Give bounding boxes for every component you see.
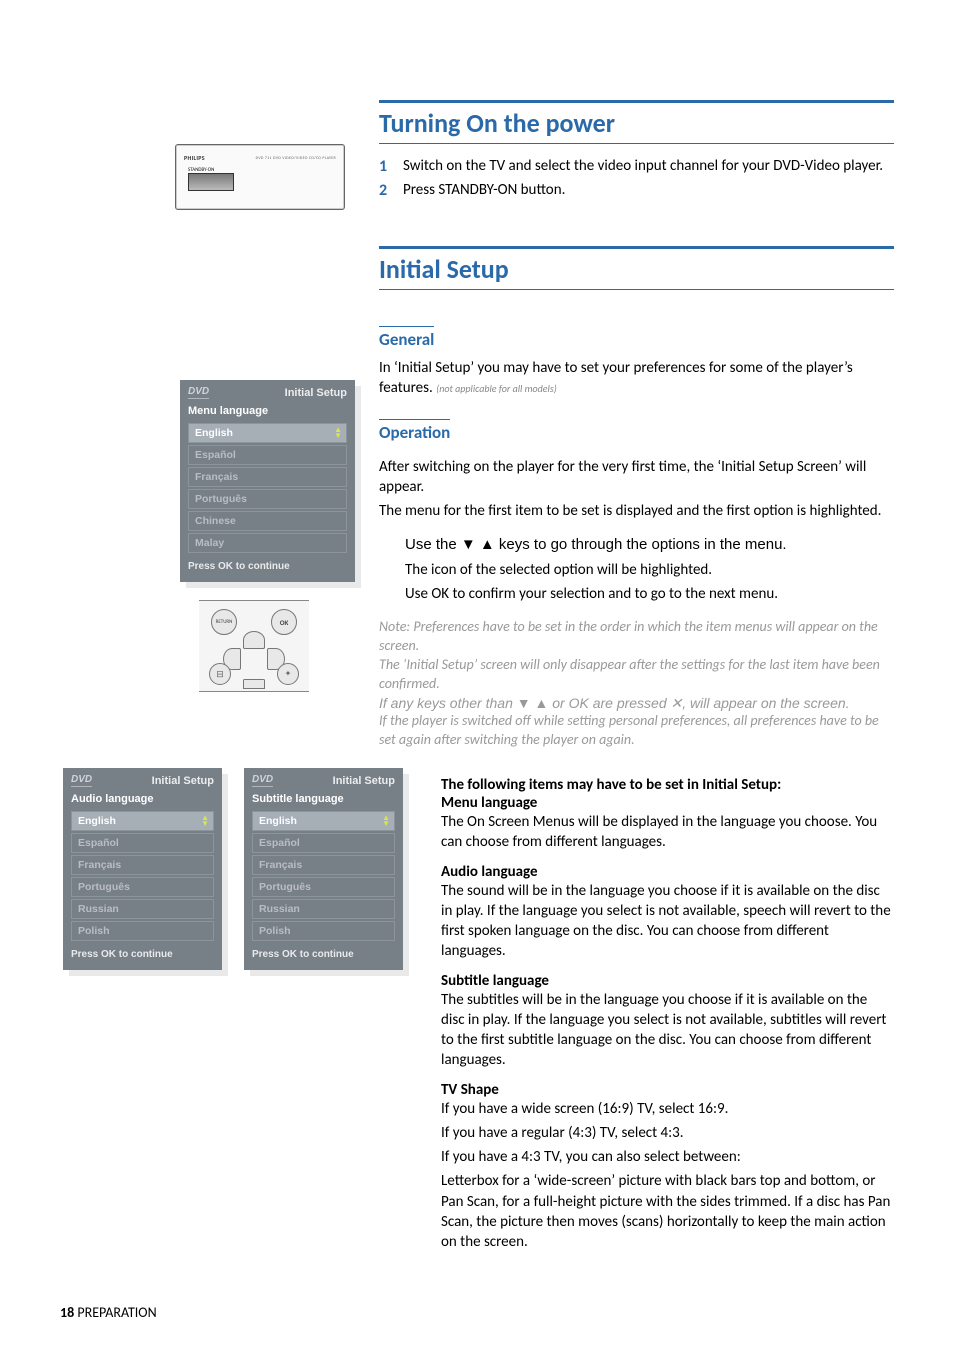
osd-foot: Press OK to continue xyxy=(63,943,222,970)
menu-lang-heading: Menu language xyxy=(441,794,894,812)
osd-item: Polish xyxy=(71,921,214,941)
arrow-down-icon: ▼ xyxy=(201,820,209,828)
osd-sub: Audio language xyxy=(63,793,222,809)
tv-shape-p4: Letterbox for a ‘wide-screen’ picture wi… xyxy=(441,1171,894,1252)
note: The ‘Initial Setup’ screen will only dis… xyxy=(379,656,894,694)
step-number: 2 xyxy=(379,180,393,202)
osd-sub: Subtitle language xyxy=(244,793,403,809)
sub-lang-heading: Subtitle language xyxy=(441,972,894,990)
osd-item: Russian xyxy=(71,899,214,919)
osd-title: Initial Setup xyxy=(333,775,395,787)
arrow-down-icon: ▼ xyxy=(382,820,390,828)
operation-bullet: The icon of the selected option will be … xyxy=(379,560,894,580)
player-model: DVD 711 DVD VIDEO/VIDEO CD/CD PLAYER xyxy=(256,156,336,161)
note: If the player is switched off while sett… xyxy=(379,712,894,750)
note: If any keys other than ▼ ▲ or OK are pre… xyxy=(379,694,894,713)
ok-button: OK xyxy=(271,609,297,635)
dvd-logo: DVD xyxy=(71,774,92,787)
page-number: 18 xyxy=(60,1304,74,1321)
tv-shape-p3: If you have a 4:3 TV, you can also selec… xyxy=(441,1147,894,1167)
osd-item: Polish xyxy=(252,921,395,941)
angle-button: ✦ xyxy=(277,663,299,685)
osd-item: Chinese xyxy=(188,511,347,531)
operation-p2: The menu for the first item to be set is… xyxy=(379,501,894,521)
osd-title: Initial Setup xyxy=(152,775,214,787)
subhead-operation: Operation xyxy=(379,419,450,443)
arrow-down-icon: ▼ xyxy=(334,432,342,440)
note: Note: Preferences have to be set in the … xyxy=(379,618,894,656)
audio-lang-heading: Audio language xyxy=(441,863,894,881)
sub-lang-text: The subtitles will be in the language yo… xyxy=(441,990,894,1071)
osd-item: Français xyxy=(252,855,395,875)
tv-shape-p1: If you have a wide screen (16:9) TV, sel… xyxy=(441,1099,894,1119)
nav-down-button xyxy=(243,679,265,689)
player-illustration: PHILIPS DVD 711 DVD VIDEO/VIDEO CD/CD PL… xyxy=(175,144,345,210)
dvd-logo: DVD xyxy=(188,386,209,399)
step-1: 1 Switch on the TV and select the video … xyxy=(379,156,894,178)
operation-p1: After switching on the player for the ve… xyxy=(379,457,894,498)
osd-item: Português xyxy=(252,877,395,897)
osd-item: Malay xyxy=(188,533,347,553)
heading-initial-setup: Initial Setup xyxy=(379,246,894,290)
osd-sub: Menu language xyxy=(180,405,355,421)
subtitle-button: ⊟ xyxy=(209,663,231,685)
osd-audio-language: DVD Initial Setup Audio language English… xyxy=(63,768,222,970)
step-2: 2 Press STANDBY-ON button. xyxy=(379,180,894,202)
audio-lang-text: The sound will be in the language you ch… xyxy=(441,881,894,962)
return-button: RETURN xyxy=(211,609,237,635)
page-footer: 18 PREPARATION xyxy=(60,1304,157,1321)
general-text: In ‘Initial Setup’ you may have to set y… xyxy=(379,358,894,399)
osd-item: Español xyxy=(71,833,214,853)
step-text: Switch on the TV and select the video in… xyxy=(403,156,883,178)
tv-shape-p2: If you have a regular (4:3) TV, select 4… xyxy=(441,1123,894,1143)
dvd-logo: DVD xyxy=(252,774,273,787)
player-brand: PHILIPS xyxy=(184,154,205,162)
osd-item: Español xyxy=(188,445,347,465)
osd-item: English▲▼ xyxy=(71,811,214,831)
osd-item: Français xyxy=(188,467,347,487)
osd-item: Español xyxy=(252,833,395,853)
osd-foot: Press OK to continue xyxy=(244,943,403,970)
nav-up-button xyxy=(243,631,265,649)
subhead-general: General xyxy=(379,326,434,350)
player-display xyxy=(188,173,234,191)
menu-lang-text: The On Screen Menus will be displayed in… xyxy=(441,812,894,853)
remote-cluster: RETURN OK ⊟ ✦ xyxy=(199,600,309,692)
osd-item: English▲▼ xyxy=(188,423,347,443)
osd-item: Français xyxy=(71,855,214,875)
heading-turning-on: Turning On the power xyxy=(379,100,894,144)
osd-item: Português xyxy=(188,489,347,509)
operation-bullet: Use OK to confirm your selection and to … xyxy=(379,584,894,604)
footer-label: PREPARATION xyxy=(74,1304,156,1321)
osd-item: English▲▼ xyxy=(252,811,395,831)
operation-bullet: Use the ▼ ▲ keys to go through the optio… xyxy=(379,535,894,555)
items-heading: The following items may have to be set i… xyxy=(441,776,894,794)
osd-subtitle-language: DVD Initial Setup Subtitle language Engl… xyxy=(244,768,403,970)
osd-item: Russian xyxy=(252,899,395,919)
osd-menu-language: DVD Initial Setup Menu language English▲… xyxy=(180,380,355,582)
osd-foot: Press OK to continue xyxy=(180,555,355,582)
step-text: Press STANDBY-ON button. xyxy=(403,180,565,202)
osd-title: Initial Setup xyxy=(285,387,347,399)
step-number: 1 xyxy=(379,156,393,178)
tv-shape-heading: TV Shape xyxy=(441,1081,894,1099)
osd-item: Português xyxy=(71,877,214,897)
